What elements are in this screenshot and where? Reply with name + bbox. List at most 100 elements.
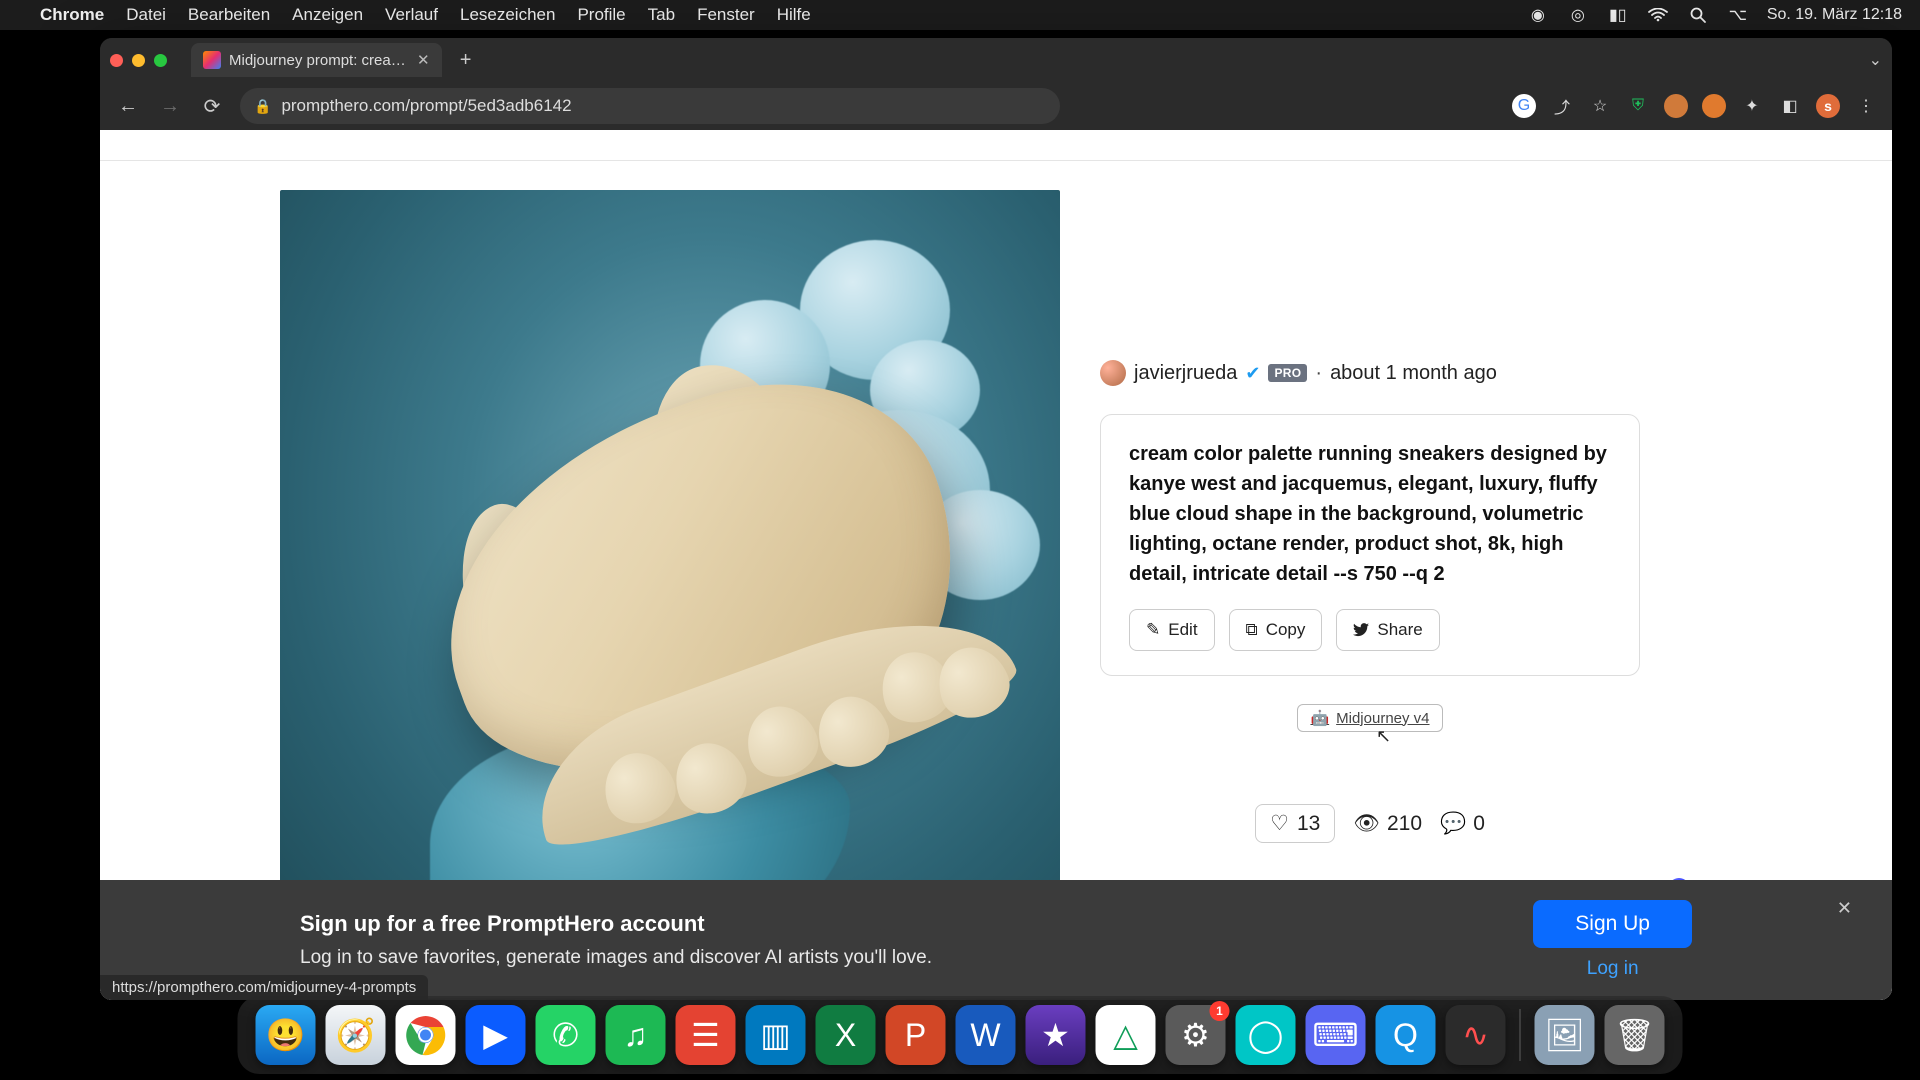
extension-icon-2[interactable] <box>1702 94 1726 118</box>
share-button[interactable]: Share <box>1336 609 1439 651</box>
dock-quicktime-icon[interactable]: Q <box>1376 1005 1436 1065</box>
author-name[interactable]: javierjrueda <box>1134 362 1237 385</box>
dock-powerpoint-icon[interactable]: P <box>886 1005 946 1065</box>
menu-profiles[interactable]: Profile <box>577 5 625 25</box>
comments-stat[interactable]: 💬 0 <box>1440 812 1485 836</box>
model-tag-label: Midjourney v4 <box>1336 710 1429 727</box>
browser-tab[interactable]: Midjourney prompt: cream col ✕ <box>191 43 442 77</box>
reload-button[interactable]: ⟳ <box>198 94 226 119</box>
status-bar-url: https://prompthero.com/midjourney-4-prom… <box>100 975 428 1000</box>
banner-close-icon[interactable]: ✕ <box>1837 898 1852 919</box>
eye-icon: 👁 <box>1353 812 1380 836</box>
tab-overflow-icon[interactable]: ⌄ <box>1869 50 1882 70</box>
dock-settings-icon[interactable]: ⚙ 1 <box>1166 1005 1226 1065</box>
post-time: about 1 month ago <box>1330 362 1497 385</box>
window-zoom-button[interactable] <box>154 54 167 67</box>
menubar-clock[interactable]: So. 19. März 12:18 <box>1767 6 1902 24</box>
tab-close-icon[interactable]: ✕ <box>417 51 430 69</box>
dock-todoist-icon[interactable]: ☰ <box>676 1005 736 1065</box>
dock-discord-icon[interactable]: ⌨ <box>1306 1005 1366 1065</box>
menu-window[interactable]: Fenster <box>697 5 755 25</box>
like-count: 13 <box>1297 812 1320 836</box>
dock-zoom-icon[interactable]: ▶ <box>466 1005 526 1065</box>
dock-chrome-icon[interactable] <box>396 1005 456 1065</box>
dock-trello-icon[interactable]: ▥ <box>746 1005 806 1065</box>
header-divider <box>100 160 1892 161</box>
share-page-icon[interactable]: ⤴ <box>1550 94 1574 118</box>
page-viewport: javierjrueda ✔ PRO · about 1 month ago c… <box>100 130 1892 1000</box>
dock-drive-icon[interactable]: △ <box>1096 1005 1156 1065</box>
dock-word-icon[interactable]: W <box>956 1005 1016 1065</box>
dock-finder-icon[interactable]: 😃 <box>256 1005 316 1065</box>
signup-button[interactable]: Sign Up <box>1533 900 1692 948</box>
share-label: Share <box>1377 620 1422 640</box>
bookmark-star-icon[interactable]: ☆ <box>1588 94 1612 118</box>
twitter-icon <box>1353 623 1369 637</box>
wifi-icon[interactable] <box>1647 8 1669 22</box>
chrome-window: Midjourney prompt: cream col ✕ + ⌄ ← → ⟳… <box>100 38 1892 1000</box>
banner-subtitle: Log in to save favorites, generate image… <box>300 947 932 969</box>
generated-image[interactable] <box>280 190 1060 970</box>
author-avatar-icon[interactable] <box>1100 360 1126 386</box>
author-row: javierjrueda ✔ PRO · about 1 month ago <box>1100 360 1712 386</box>
menu-tab[interactable]: Tab <box>648 5 675 25</box>
menu-help[interactable]: Hilfe <box>777 5 811 25</box>
cursor-pointer-icon: ↖ <box>1376 726 1391 747</box>
dock-preview-icon[interactable]: 🖼 <box>1535 1005 1595 1065</box>
screen-record-icon[interactable]: ◎ <box>1567 5 1589 25</box>
menu-bookmarks[interactable]: Lesezeichen <box>460 5 555 25</box>
window-close-button[interactable] <box>110 54 123 67</box>
model-tag-link[interactable]: 🤖 Midjourney v4 <box>1297 704 1442 732</box>
edit-label: Edit <box>1168 620 1197 640</box>
dock-spotify-icon[interactable]: ♫ <box>606 1005 666 1065</box>
new-tab-button[interactable]: + <box>452 46 480 74</box>
sidepanel-icon[interactable]: ◧ <box>1778 94 1802 118</box>
edit-button[interactable]: ✎ Edit <box>1129 609 1215 651</box>
banner-title: Sign up for a free PromptHero account <box>300 911 932 937</box>
chrome-menu-icon[interactable]: ⋮ <box>1854 94 1878 118</box>
lock-icon: 🔒 <box>254 98 271 115</box>
login-link[interactable]: Log in <box>1587 958 1639 980</box>
forward-button[interactable]: → <box>156 95 184 118</box>
control-center-icon[interactable]: ⌥ <box>1727 5 1749 25</box>
dock-separator <box>1520 1009 1521 1061</box>
dock-trash-icon[interactable]: 🗑 <box>1605 1005 1665 1065</box>
address-bar[interactable]: 🔒 prompthero.com/prompt/5ed3adb6142 <box>240 88 1060 124</box>
record-status-icon[interactable]: ◉ <box>1527 5 1549 25</box>
extension-icon-1[interactable] <box>1664 94 1688 118</box>
extensions-puzzle-icon[interactable]: ✦ <box>1740 94 1764 118</box>
google-lens-icon[interactable]: G <box>1512 94 1536 118</box>
dock-voicememos-icon[interactable]: ∿ <box>1446 1005 1506 1065</box>
robot-icon: 🤖 <box>1310 709 1329 727</box>
browser-toolbar: ← → ⟳ 🔒 prompthero.com/prompt/5ed3adb614… <box>100 82 1892 130</box>
spotlight-icon[interactable] <box>1687 6 1709 24</box>
dock-whatsapp-icon[interactable]: ✆ <box>536 1005 596 1065</box>
verified-badge-icon: ✔ <box>1245 363 1260 384</box>
dock-app-teal-icon[interactable]: ◯ <box>1236 1005 1296 1065</box>
menu-view[interactable]: Anzeigen <box>292 5 363 25</box>
menu-history[interactable]: Verlauf <box>385 5 438 25</box>
app-menu[interactable]: Chrome <box>40 5 104 25</box>
like-button[interactable]: ♡ 13 <box>1255 804 1335 843</box>
window-minimize-button[interactable] <box>132 54 145 67</box>
window-controls <box>110 54 167 67</box>
url-text: prompthero.com/prompt/5ed3adb6142 <box>281 96 571 116</box>
views-stat: 👁 210 <box>1353 812 1422 836</box>
prompt-text: cream color palette running sneakers des… <box>1129 439 1611 589</box>
menu-file[interactable]: Datei <box>126 5 166 25</box>
menu-edit[interactable]: Bearbeiten <box>188 5 270 25</box>
extension-shield-icon[interactable]: ⛨ <box>1626 94 1650 118</box>
battery-icon[interactable]: ▮▯ <box>1607 5 1629 25</box>
dock-excel-icon[interactable]: X <box>816 1005 876 1065</box>
copy-icon: ⧉ <box>1246 620 1258 640</box>
comment-count: 0 <box>1473 812 1485 836</box>
view-count: 210 <box>1387 812 1422 836</box>
copy-button[interactable]: ⧉ Copy <box>1229 609 1323 651</box>
edit-pencil-icon: ✎ <box>1146 620 1160 640</box>
profile-avatar-icon[interactable]: s <box>1816 94 1840 118</box>
tab-favicon-icon <box>203 51 221 69</box>
back-button[interactable]: ← <box>114 95 142 118</box>
tab-title: Midjourney prompt: cream col <box>229 52 409 69</box>
dock-safari-icon[interactable]: 🧭 <box>326 1005 386 1065</box>
dock-imovie-icon[interactable]: ★ <box>1026 1005 1086 1065</box>
